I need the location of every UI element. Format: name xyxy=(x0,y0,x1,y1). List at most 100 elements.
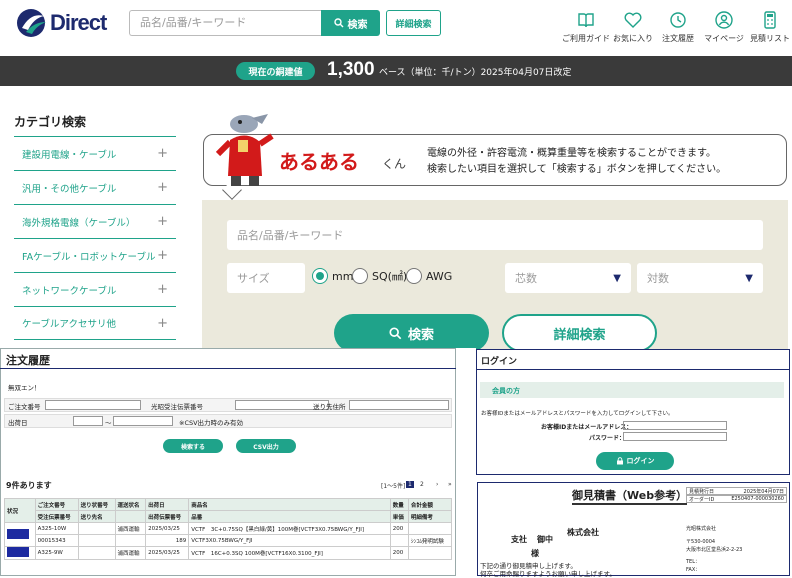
table-cell xyxy=(77,546,116,560)
nav-order-history-label: 注文履歴 xyxy=(662,34,694,43)
sidebar-item-label: 建設用電線・ケーブル xyxy=(22,149,117,161)
cable-advanced-search-button[interactable]: 詳細検索 xyxy=(502,314,657,352)
table-cell: 2025/03/25 xyxy=(145,546,190,560)
table-cell: 浦西運輸 xyxy=(114,546,147,560)
ship-date-from[interactable] xyxy=(73,416,103,426)
col-ship-slip: 出荷伝票番号 xyxy=(145,510,190,523)
nav-guide-label: ご利用ガイド xyxy=(562,34,610,43)
table-cell xyxy=(77,522,116,535)
csv-note: ※CSV出力時のみ有効 xyxy=(179,419,244,427)
login-id-input[interactable] xyxy=(623,421,727,430)
unit-radio-mm[interactable]: mm xyxy=(312,268,353,284)
chevron-down-icon: ▼ xyxy=(613,272,621,284)
order-history-tag: 無双エン！ xyxy=(8,384,41,392)
login-button[interactable]: ログイン xyxy=(596,452,674,470)
copper-price-note: ベース（単位：千/トン）2025年04月07日改定 xyxy=(379,68,572,78)
slip-no-label: 光昭受注伝票番号 xyxy=(151,403,203,411)
col-qty: 数量 xyxy=(389,498,409,511)
quote-note-2: 何卒ご用命賜りますようお願い申し上げます。 xyxy=(480,570,616,578)
sidebar-item-network-cable[interactable]: ネットワークケーブル + xyxy=(14,272,176,306)
login-divider xyxy=(477,369,789,370)
ship-date-to[interactable] xyxy=(113,416,173,426)
table-cell: 00015343 xyxy=(34,534,79,547)
nav-order-history[interactable]: 注文履歴 xyxy=(654,10,702,50)
col-blank xyxy=(114,510,147,523)
login-title: ログイン xyxy=(481,357,518,367)
nav-favorites[interactable]: お気に入り xyxy=(609,10,657,50)
unit-label: mm xyxy=(332,269,354,283)
col-invoice-no: 送り状番号 xyxy=(77,498,116,511)
login-pw-label: パスワード： xyxy=(589,435,626,442)
col-status: 状況 xyxy=(4,498,36,523)
search-icon xyxy=(389,326,402,339)
sidebar-item-label: 汎用・その他ケーブル xyxy=(22,183,117,195)
page-1[interactable]: 1 xyxy=(406,481,414,488)
nav-guide[interactable]: ご利用ガイド xyxy=(562,10,610,50)
col-order-no: ご注文番号 xyxy=(34,498,79,511)
table-cell: A325-10W xyxy=(34,522,79,535)
order-no-input[interactable] xyxy=(45,400,141,410)
plus-icon: + xyxy=(157,282,168,297)
sidebar-item-fa-robot-cable[interactable]: FAケーブル・ロボットケーブル + xyxy=(14,238,176,272)
status-badge xyxy=(4,522,36,547)
unit-radio-sq[interactable]: SQ(㎟) xyxy=(352,268,407,284)
col-ship-date: 出荷日 xyxy=(145,498,190,511)
unit-label: SQ(㎟) xyxy=(372,270,408,283)
nav-quote-list[interactable]: 見積リスト xyxy=(746,10,792,50)
table-cell: ｼﾝｺﾑ発明試験 xyxy=(407,534,453,547)
quote-company: 株式会社 xyxy=(567,528,599,537)
plus-icon: + xyxy=(157,248,168,263)
sidebar-item-label: FAケーブル・ロボットケーブル xyxy=(22,251,156,263)
cable-search-button[interactable]: 検索 xyxy=(334,314,489,352)
site-logo[interactable]: Direct xyxy=(16,8,124,38)
unit-label: AWG xyxy=(426,269,453,283)
keyword-placeholder: 品名/品番/キーワード xyxy=(237,229,344,242)
table-row[interactable]: A325-9W 浦西運輸 2025/03/25 VCTF 16C+0.3SQ 1… xyxy=(4,546,453,560)
page-2[interactable]: 2 xyxy=(420,481,424,488)
sidebar-item-cable-accessories[interactable]: ケーブルアクセサリ他 + xyxy=(14,306,176,340)
heart-icon xyxy=(624,12,642,28)
page-next-icon[interactable]: › xyxy=(436,481,438,488)
search-icon xyxy=(333,18,343,28)
sidebar-item-general-cable[interactable]: 汎用・その他ケーブル + xyxy=(14,170,176,204)
table-cell xyxy=(114,534,147,547)
category-title: カテゴリ検索 xyxy=(14,115,87,129)
sidebar-item-label: ケーブルアクセサリ他 xyxy=(22,319,116,330)
table-row[interactable]: 00015343 189 VCTF3X0.75BWG/Y_FJI ｼﾝｺﾑ発明試… xyxy=(5,534,453,547)
hero-description-line: 電線の外径・許容電流・概算重量等を検索することができます。 xyxy=(427,148,716,159)
ship-to-input[interactable] xyxy=(349,400,449,410)
order-count: 9件あります xyxy=(6,481,52,490)
csv-export-button[interactable]: CSV出力 xyxy=(236,439,296,453)
col-part-no: 品番 xyxy=(188,510,391,523)
sidebar-item-construction-cable[interactable]: 建設用電線・ケーブル + xyxy=(14,136,176,170)
core-count-value: 芯数 xyxy=(515,272,537,285)
order-search-button[interactable]: 検索する xyxy=(163,439,223,453)
quote-honorific: 御中 xyxy=(537,535,553,544)
header-search-input[interactable]: 品名/品番/キーワード xyxy=(129,10,322,36)
table-cell xyxy=(407,522,453,535)
history-icon xyxy=(670,12,686,28)
book-icon xyxy=(578,13,594,28)
order-no-label: ご注文番号 xyxy=(8,403,41,411)
core-count-select[interactable]: 芯数 ▼ xyxy=(505,263,631,293)
header-advanced-search-button[interactable]: 詳細検索 xyxy=(386,10,441,36)
header-search-button[interactable]: 検索 xyxy=(321,10,380,36)
pair-count-select[interactable]: 対数 ▼ xyxy=(637,263,763,293)
col-total: 合計金額 xyxy=(407,498,453,511)
table-cell: 200 xyxy=(389,546,409,560)
sidebar-item-overseas-cable[interactable]: 海外規格電線（ケーブル） + xyxy=(14,204,176,238)
unit-radio-awg[interactable]: AWG xyxy=(406,268,452,284)
col-ship-name: 送り先名 xyxy=(77,510,116,523)
hero-suffix: くん xyxy=(382,157,407,171)
quote-issue-date: 2025年04月07日 xyxy=(743,488,784,495)
col-slip-no: 受注伝票番号 xyxy=(34,510,79,523)
keyword-input[interactable]: 品名/品番/キーワード xyxy=(227,220,763,250)
quote-order-row: オーダーID E250407-000030260 xyxy=(686,495,787,503)
col-carrier: 運送状名 xyxy=(114,498,147,511)
login-password-input[interactable] xyxy=(623,432,727,441)
nav-mypage[interactable]: マイページ xyxy=(700,10,748,50)
size-input[interactable]: サイズ xyxy=(227,263,305,293)
ship-to-label: 送り先住所 xyxy=(313,403,346,411)
page-last-icon[interactable]: » xyxy=(448,481,452,488)
table-row[interactable]: A325-10W 浦西運輸 2025/03/25 VCTF 3C+0.75SQ【… xyxy=(4,522,453,547)
